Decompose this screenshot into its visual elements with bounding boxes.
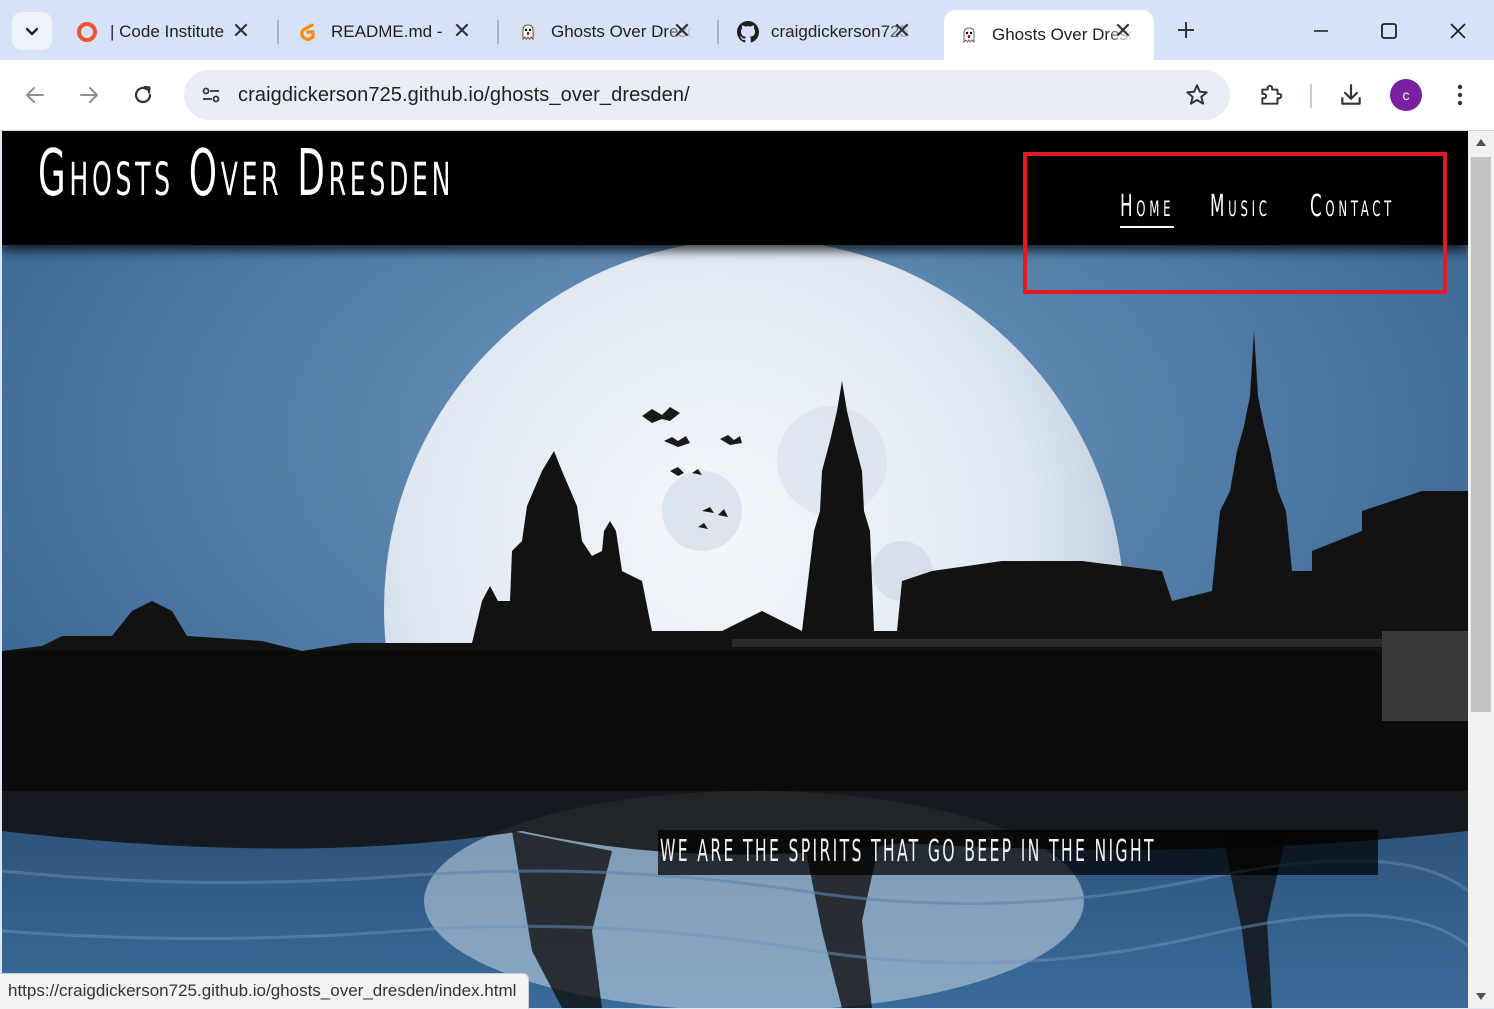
close-icon[interactable]: ✕ — [1110, 18, 1136, 44]
address-bar[interactable]: craigdickerson725.github.io/ghosts_over_… — [184, 70, 1230, 120]
close-icon[interactable]: ✕ — [449, 18, 475, 44]
tab-strip: | Code Institute ✕ README.md - ✕ Ghosts … — [0, 0, 1494, 60]
tab-readme[interactable]: README.md - ✕ — [283, 10, 493, 54]
toolbar-separator — [1310, 84, 1312, 108]
close-icon — [1450, 23, 1466, 39]
scroll-down-arrow-icon[interactable] — [1476, 993, 1486, 1000]
url-text[interactable]: craigdickerson725.github.io/ghosts_over_… — [238, 84, 690, 107]
ghost-icon — [517, 21, 539, 43]
plus-icon — [1178, 22, 1194, 38]
tab-ghosts-over-dresden[interactable]: Ghosts Over Dresden ✕ — [503, 10, 713, 54]
tab-github[interactable]: craigdickerson725 ✕ — [723, 10, 933, 54]
page-viewport: Ghosts Over Dresden Home Music Contact W… — [2, 131, 1468, 1008]
ghost-icon — [958, 24, 980, 46]
tab-separator — [717, 20, 719, 44]
maximize-icon — [1381, 23, 1397, 39]
arrow-right-icon — [80, 87, 98, 103]
kebab-menu-icon — [1457, 84, 1463, 106]
tagline-text: We are the spirits that go beep in the n… — [660, 834, 1156, 869]
arrow-left-icon — [26, 87, 44, 103]
tab-code-institute[interactable]: | Code Institute ✕ — [62, 10, 272, 54]
maximize-button[interactable] — [1366, 12, 1412, 50]
tab-ghosts-over-dresden-active[interactable]: Ghosts Over Dresden ✕ — [944, 10, 1154, 60]
close-icon[interactable]: ✕ — [669, 18, 695, 44]
minimize-icon — [1314, 30, 1328, 32]
close-icon[interactable]: ✕ — [889, 18, 915, 44]
new-tab-button[interactable] — [1170, 14, 1202, 46]
bookmark-star-icon[interactable] — [1182, 80, 1212, 110]
scroll-thumb[interactable] — [1471, 157, 1491, 712]
site-info-icon[interactable] — [194, 78, 228, 112]
close-window-button[interactable] — [1435, 12, 1481, 50]
tab-separator — [497, 20, 499, 44]
tab-separator — [277, 20, 279, 44]
download-icon — [1341, 84, 1361, 105]
browser-toolbar: craigdickerson725.github.io/ghosts_over_… — [0, 60, 1494, 131]
minimize-button[interactable] — [1298, 12, 1344, 50]
downloads-button[interactable] — [1332, 76, 1370, 114]
hero-tagline: We are the spirits that go beep in the n… — [658, 830, 1378, 875]
scroll-up-arrow-icon[interactable] — [1476, 139, 1486, 146]
back-button[interactable] — [16, 76, 54, 114]
site-brand-title[interactable]: Ghosts Over Dresden — [38, 137, 454, 211]
profile-avatar[interactable]: c — [1390, 79, 1422, 111]
github-icon — [737, 21, 759, 43]
reload-icon — [134, 85, 152, 104]
chevron-down-icon — [25, 27, 39, 36]
reload-button[interactable] — [124, 76, 162, 114]
code-institute-icon — [76, 21, 98, 43]
extensions-button[interactable] — [1252, 76, 1290, 114]
page-scrollbar[interactable] — [1468, 131, 1494, 1008]
puzzle-icon — [1261, 84, 1283, 105]
nav-highlight-annotation — [1023, 152, 1447, 294]
close-icon[interactable]: ✕ — [228, 18, 254, 44]
tab-search-button[interactable] — [12, 12, 52, 50]
browser-menu-button[interactable] — [1441, 76, 1479, 114]
forward-button[interactable] — [70, 76, 108, 114]
gitpod-icon — [297, 21, 319, 43]
link-status-bar: https://craigdickerson725.github.io/ghos… — [0, 973, 530, 1009]
